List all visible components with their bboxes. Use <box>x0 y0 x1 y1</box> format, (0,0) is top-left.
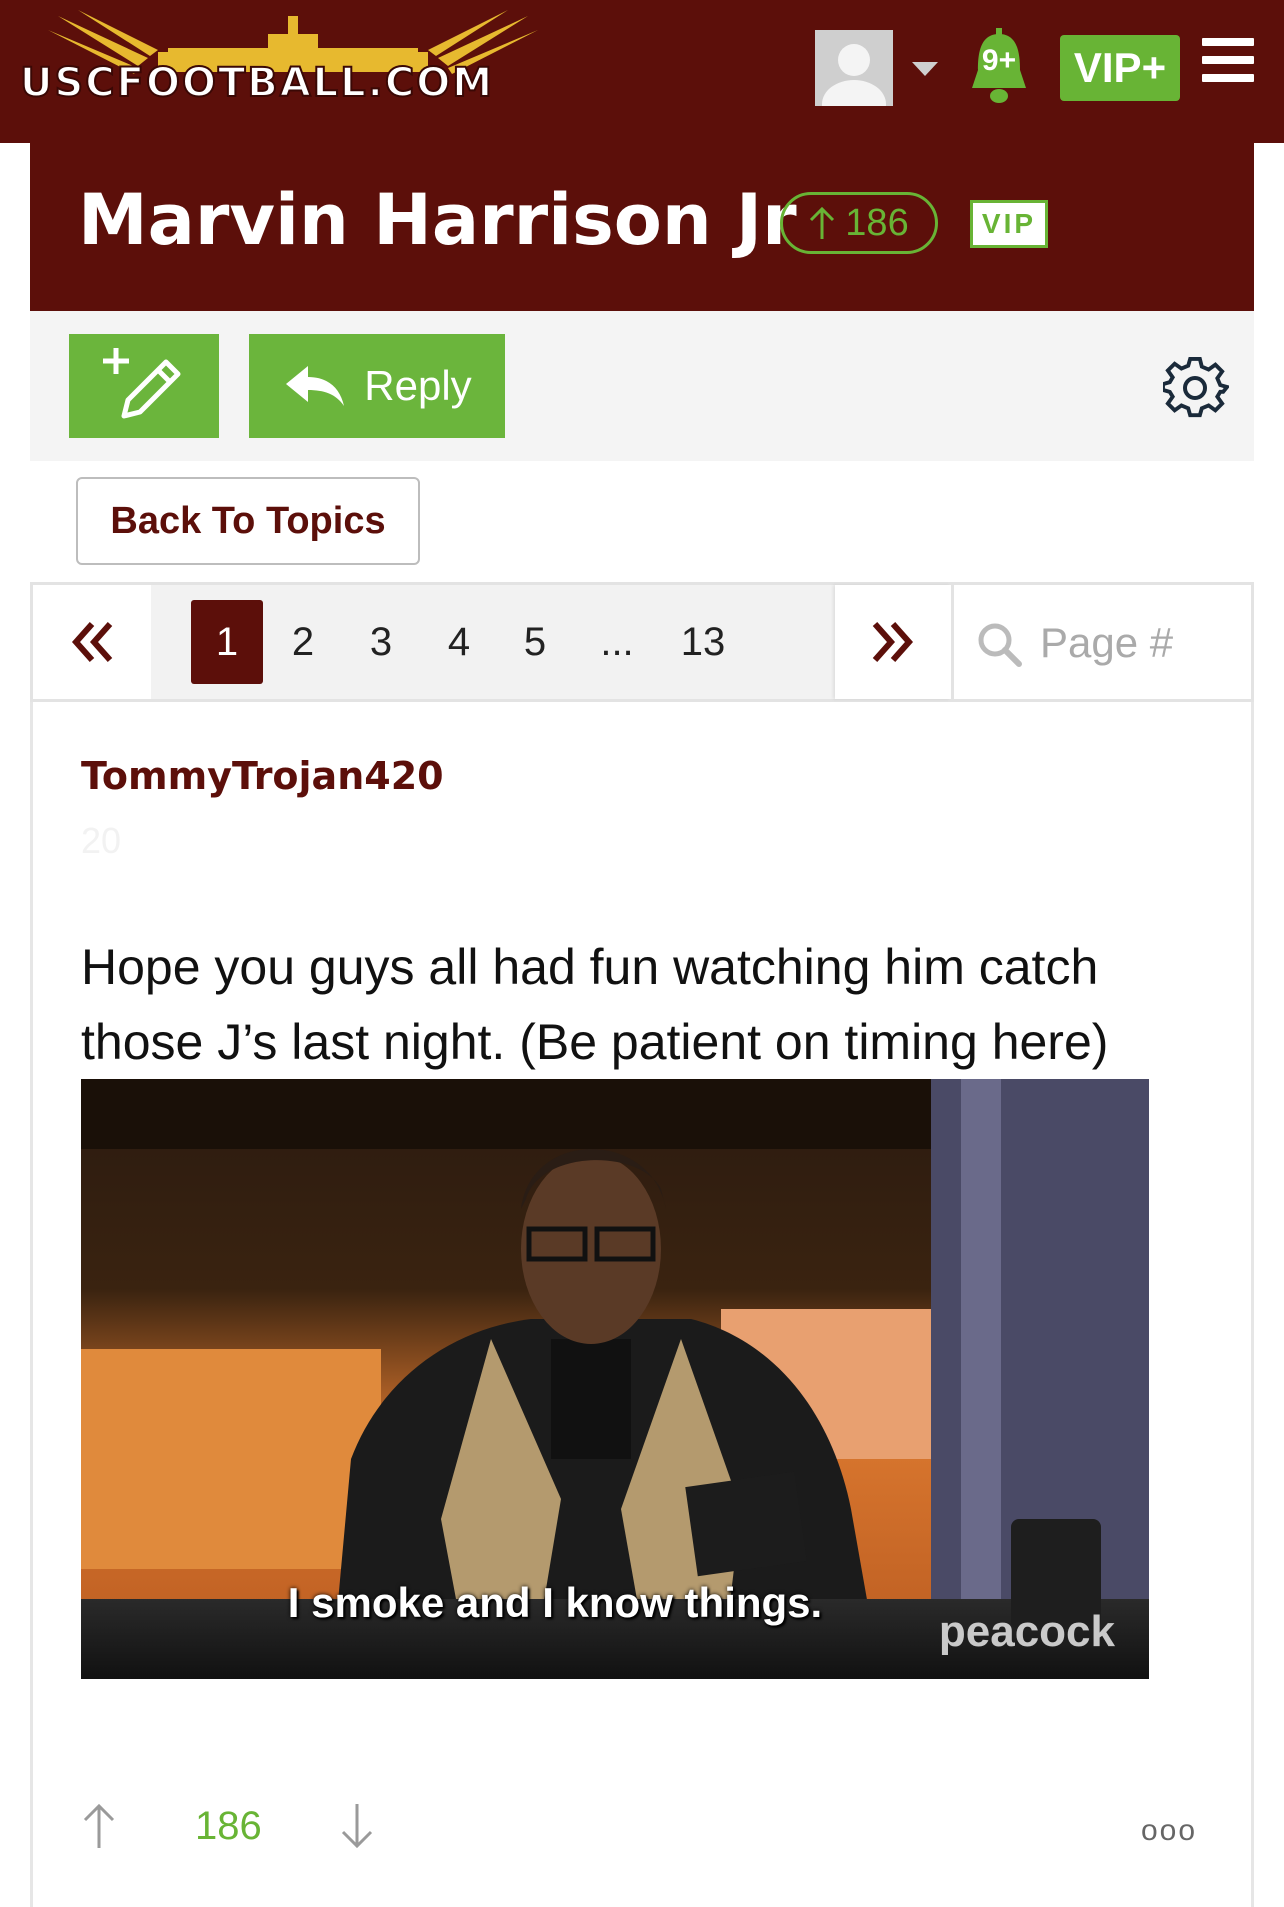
logo-wordmark: USCFOOTBALL.COM <box>19 59 495 107</box>
page-number-list: 1 2 3 4 5 ... 13 <box>151 585 835 699</box>
notification-count: 9+ <box>981 44 1017 77</box>
reply-arrow-icon <box>286 366 345 406</box>
user-avatar[interactable] <box>815 30 893 128</box>
page-number-input[interactable] <box>1038 609 1242 677</box>
gear-icon[interactable] <box>1163 355 1229 421</box>
new-post-button[interactable] <box>69 334 219 438</box>
gif-watermark: peacock <box>938 1607 1115 1656</box>
page-ellipsis: ... <box>600 619 634 664</box>
page-2[interactable]: 2 <box>267 600 339 684</box>
reply-label: Reply <box>364 362 472 409</box>
page-1[interactable]: 1 <box>191 600 263 684</box>
arrow-up-icon <box>810 206 835 239</box>
search-icon <box>978 623 1022 667</box>
post-gif[interactable]: I smoke and I know things. peacock <box>81 1079 1149 1679</box>
vip-badge: VIP <box>970 200 1048 248</box>
post-body: Hope you guys all had fun watching him c… <box>81 939 1109 1070</box>
post-score: 186 <box>195 1804 262 1848</box>
site-header: USCFOOTBALL.COM 9+ VIP+ <box>0 0 1284 143</box>
downvote-icon[interactable] <box>339 1802 375 1850</box>
page-3[interactable]: 3 <box>345 600 417 684</box>
double-chevron-right-icon <box>872 622 914 662</box>
post-meta: 20 <box>81 820 122 861</box>
page-13[interactable]: 13 <box>667 600 739 684</box>
topic-toolbar: Reply <box>30 311 1254 461</box>
page-4[interactable]: 4 <box>423 600 495 684</box>
new-post-pencil-icon <box>103 348 181 419</box>
double-chevron-left-icon <box>71 622 113 662</box>
first-page-button[interactable] <box>33 585 151 699</box>
last-page-button[interactable] <box>835 585 951 699</box>
reply-button[interactable]: Reply <box>249 334 505 438</box>
vip-plus-button[interactable]: VIP+ <box>1060 35 1180 101</box>
topic-score: 186 <box>845 201 909 244</box>
back-to-topics-button[interactable]: Back To Topics <box>76 477 420 565</box>
more-options-button[interactable]: ooo <box>1141 1814 1197 1848</box>
post-author[interactable]: TommyTrojan420 <box>81 754 444 798</box>
topic-score-badge: 186 <box>780 192 938 254</box>
hamburger-menu-icon[interactable] <box>1202 38 1254 86</box>
topic-header: Marvin Harrison Jr 186 VIP <box>30 143 1254 311</box>
topic-title: Marvin Harrison Jr <box>78 179 797 261</box>
page-5[interactable]: 5 <box>499 600 571 684</box>
post-card: TommyTrojan420 20 Hope you guys all had … <box>30 702 1254 1907</box>
chevron-down-icon[interactable] <box>910 60 940 78</box>
upvote-icon[interactable] <box>81 1802 117 1850</box>
page-jump <box>951 585 1254 699</box>
pagination: 1 2 3 4 5 ... 13 <box>30 582 1254 702</box>
